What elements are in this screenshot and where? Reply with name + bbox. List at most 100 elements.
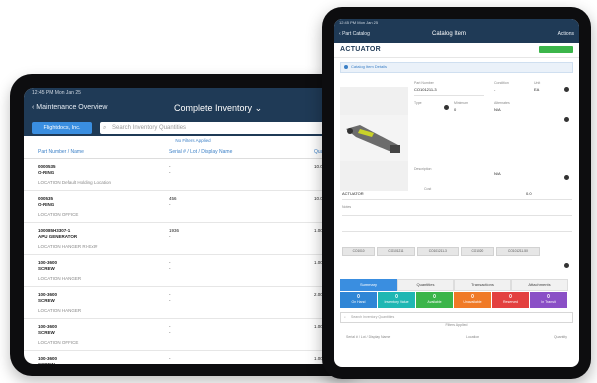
table-row[interactable]: 100-3600 SCREWLOCATION HANGER- -2.00 EA [24, 287, 362, 319]
condition-field[interactable]: - [494, 87, 495, 92]
type-field[interactable]: N/A [494, 171, 501, 176]
status-bar: 12:45 PM Mon Jan 25 [24, 88, 362, 98]
table-row[interactable]: 100-3600 SCREWLOCATION HANGER- -1.00 EA [24, 255, 362, 287]
actuator-photo [340, 115, 408, 161]
details-banner[interactable]: Catalog Item Details [340, 62, 573, 73]
tab-quantities[interactable]: Quantities [397, 279, 454, 291]
inventory-list: 0000535 O-RING LOCATION Default Holding L… [24, 159, 362, 364]
alt-field[interactable]: N/A [494, 107, 501, 112]
cost-field[interactable]: 0.0 [526, 191, 532, 196]
part-no-field[interactable]: CO101211-3 [414, 87, 437, 92]
search-input[interactable]: ⌕ Search Inventory Quantities [100, 122, 358, 134]
summary-tile[interactable]: 0 On Hand [340, 292, 377, 308]
detail-tabs: Summary Quantities Transactions Attachments [340, 279, 573, 291]
part-number: 000535 O-RING [38, 196, 55, 207]
alternate-chip[interactable]: CO101211 [377, 247, 415, 256]
status-bar: 12:45 PM Mon Jan 25 [334, 19, 579, 27]
location: LOCATION HANGER [38, 308, 82, 313]
cost-label: Cost [424, 187, 432, 191]
left-tablet: 12:45 PM Mon Jan 25 ‹ Maintenance Overvi… [10, 74, 362, 376]
tile-label: On Hand [351, 300, 366, 304]
table-row[interactable]: 0000535 O-RING LOCATION Default Holding L… [24, 159, 362, 191]
table-row[interactable]: 100085H3307-1 APU GENERATOR LOCATION HANG… [24, 223, 362, 255]
summary-tile[interactable]: 0 Available [416, 292, 453, 308]
desc-field[interactable]: ACTUATOR [342, 191, 364, 196]
col-part[interactable]: Part Number / Name [38, 149, 84, 155]
desc-label: Description [414, 167, 432, 171]
part-number: 100-3600 SCREW [38, 324, 58, 335]
page-title[interactable]: Complete Inventory ⌄ [174, 103, 262, 114]
col-qty[interactable]: Quantity [554, 335, 567, 339]
search-icon: ⌕ [103, 125, 107, 131]
summary-tile[interactable]: 0 In Transit [530, 292, 567, 308]
right-tablet: 12:45 PM Mon Jan 25 ‹ Part Catalog Catal… [322, 7, 591, 379]
part-number: 100-3600 SCREW [38, 260, 58, 271]
part-number: 100-3600 SCREW [38, 356, 58, 364]
filter-note[interactable]: No Filters Applied [24, 136, 362, 146]
search-input-quantities[interactable]: ⌕ Search Inventory Quantities [340, 312, 573, 323]
summary-tile[interactable]: 0 Unavailable [454, 292, 491, 308]
col-lot[interactable]: Serial # / Lot / Display Name [346, 335, 390, 339]
alternate-chip[interactable]: CO101211-3 [416, 247, 459, 256]
info-icon [344, 65, 348, 69]
location: LOCATION OFFICE [38, 212, 79, 217]
tile-label: Inventory Value [384, 300, 409, 304]
table-row[interactable]: 100-3600 SCREWLOCATION OFFICE- -1.00 EA [24, 319, 362, 351]
lot: 456 - [169, 196, 177, 207]
summary-tile[interactable]: 0 Inventory Value [378, 292, 415, 308]
tile-label: Unavailable [463, 300, 482, 304]
type-picker-icon[interactable] [444, 105, 449, 110]
unit-label: Unit [534, 81, 541, 85]
col-location[interactable]: Location [466, 335, 479, 339]
item-name: ACTUATOR [340, 46, 382, 53]
tab-attachments[interactable]: Attachments [511, 279, 568, 291]
summary-tile[interactable]: 0 Reserved [492, 292, 529, 308]
filter-note[interactable]: Filters Applied [334, 323, 579, 327]
unit-picker-icon[interactable] [564, 87, 569, 92]
item-header: ACTUATOR [334, 43, 579, 58]
tile-label: Reserved [503, 300, 518, 304]
lot: - - [169, 324, 171, 335]
tile-label: In Transit [541, 300, 556, 304]
nav-bar: ‹ Maintenance Overview Complete Inventor… [24, 98, 362, 120]
search-bar: Flightdocs, Inc. ⌕ Search Inventory Quan… [24, 120, 362, 136]
back-button[interactable]: ‹ Part Catalog [339, 31, 370, 37]
col-lot[interactable]: Serial # / Lot / Display Name [169, 149, 232, 155]
alternate-chip[interactable]: CO1020 [460, 247, 494, 256]
lot: - - [169, 292, 171, 303]
alt-label: Alternates [494, 101, 510, 105]
tab-summary[interactable]: Summary [340, 279, 397, 291]
location: LOCATION HANGER [38, 276, 82, 281]
nav-bar: ‹ Part Catalog Catalog Item Actions [334, 27, 579, 43]
back-button[interactable]: ‹ Maintenance Overview [32, 104, 107, 111]
location: LOCATION OFFICE [38, 340, 79, 345]
part-no-label: Part Number [414, 81, 434, 85]
part-number: 100085H3307-1 APU GENERATOR [38, 228, 78, 239]
left-screen: 12:45 PM Mon Jan 25 ‹ Maintenance Overvi… [24, 88, 362, 364]
alternate-chip[interactable]: CO1010 [342, 247, 376, 256]
min-field[interactable]: 0 [454, 107, 456, 112]
more-picker-icon[interactable] [564, 263, 569, 268]
min-label: Minimum [454, 101, 469, 105]
tab-transactions[interactable]: Transactions [454, 279, 511, 291]
table-row[interactable]: 000535 O-RINGLOCATION OFFICE456 -10.00 E… [24, 191, 362, 223]
right-screen: 12:45 PM Mon Jan 25 ‹ Part Catalog Catal… [334, 19, 579, 367]
lot: - - [169, 164, 171, 175]
alt-picker-icon[interactable] [564, 117, 569, 122]
lot: 1936 - [169, 228, 180, 239]
save-button[interactable] [539, 46, 573, 53]
quantities-header: Serial # / Lot / Display Name Location Q… [346, 335, 567, 343]
location: LOCATION Default Holding Location [38, 180, 111, 185]
table-row[interactable]: 100-3600 SCREW-1.00 EA [24, 351, 362, 364]
company-button[interactable]: Flightdocs, Inc. [32, 122, 92, 134]
part-number: 100-3600 SCREW [38, 292, 58, 303]
tile-label: Available [427, 300, 442, 304]
type2-picker-icon[interactable] [564, 175, 569, 180]
page-title: Catalog Item [432, 31, 467, 37]
notes-label: Notes [342, 205, 352, 209]
condition-label: Condition [494, 81, 509, 85]
chevron-down-icon: ⌄ [254, 103, 263, 113]
unit-field[interactable]: EA [534, 87, 539, 92]
alternate-chip[interactable]: CO101211-5X [496, 247, 541, 256]
actions-button[interactable]: Actions [558, 31, 574, 37]
